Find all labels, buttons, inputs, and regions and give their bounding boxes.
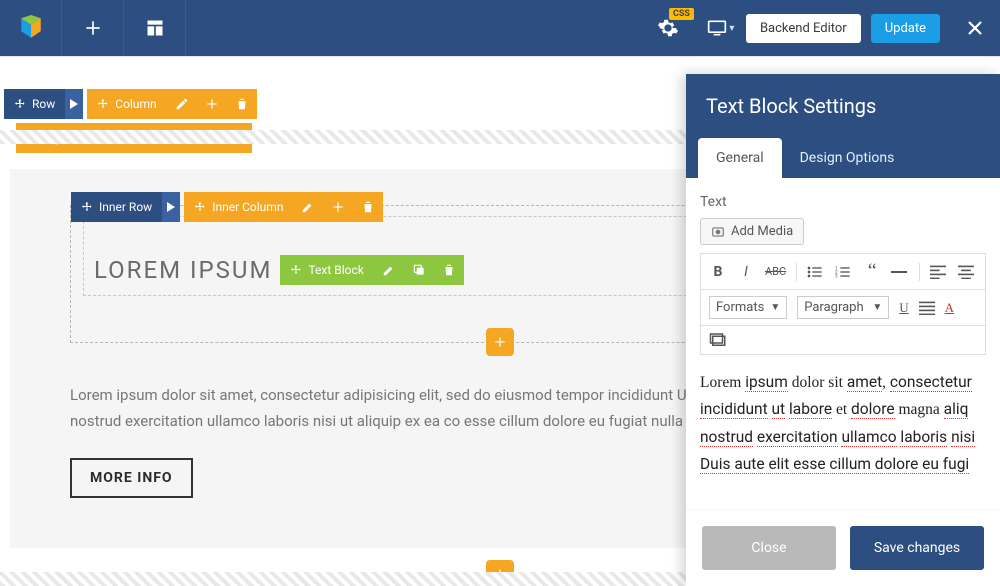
strike-icon[interactable]: ABC xyxy=(765,265,786,278)
tab-design-options[interactable]: Design Options xyxy=(782,138,913,178)
bold-icon[interactable]: B xyxy=(709,264,727,280)
edit-icon[interactable] xyxy=(374,255,404,285)
add-element-icon[interactable] xyxy=(62,0,124,56)
inner-row-label: Inner Row xyxy=(99,200,152,214)
add-element-badge[interactable] xyxy=(486,328,514,356)
align-left-icon[interactable] xyxy=(930,265,948,279)
italic-icon[interactable]: I xyxy=(737,264,755,280)
numbered-list-icon[interactable]: 123 xyxy=(835,265,853,279)
row-control[interactable]: Row xyxy=(4,89,83,119)
edit-icon[interactable] xyxy=(293,192,323,222)
settings-panel: Text Block Settings General Design Optio… xyxy=(686,74,1000,586)
panel-title: Text Block Settings xyxy=(686,74,1000,138)
wysiwyg-toolbar-row1: B I ABC 123 “ xyxy=(700,253,986,290)
heading: LOREM IPSUM xyxy=(94,256,272,284)
bulleted-list-icon[interactable] xyxy=(807,265,825,279)
gallery-icon[interactable] xyxy=(709,332,977,348)
underline-icon[interactable]: U xyxy=(899,300,908,316)
responsive-icon[interactable]: ▾ xyxy=(696,0,746,56)
move-icon xyxy=(14,98,26,110)
tab-general[interactable]: General xyxy=(698,138,782,178)
inner-row-control[interactable]: Inner Row xyxy=(71,192,180,222)
panel-footer: Close Save changes xyxy=(686,509,1000,586)
vc-logo[interactable] xyxy=(0,0,62,56)
add-icon[interactable] xyxy=(323,192,353,222)
edit-icon[interactable] xyxy=(167,89,197,119)
row-expand-icon[interactable] xyxy=(65,89,83,119)
text-field-label: Text xyxy=(700,194,986,210)
text-color-icon[interactable]: A xyxy=(945,300,954,316)
css-badge: CSS xyxy=(669,8,694,20)
wysiwyg-toolbar-row2: Formats ▼ Paragraph ▼ U A xyxy=(700,290,986,326)
delete-icon[interactable] xyxy=(434,255,464,285)
text-block-label: Text Block xyxy=(308,263,363,277)
paragraph-select[interactable]: Paragraph ▼ xyxy=(797,296,889,319)
add-media-button[interactable]: Add Media xyxy=(700,218,804,245)
formats-select[interactable]: Formats ▼ xyxy=(709,296,787,319)
column-label: Column xyxy=(115,97,156,111)
add-media-label: Add Media xyxy=(731,224,793,239)
update-button[interactable]: Update xyxy=(871,14,940,43)
more-info-button[interactable]: MORE INFO xyxy=(70,458,193,498)
inner-row-expand-icon[interactable] xyxy=(162,192,180,222)
backend-editor-button[interactable]: Backend Editor xyxy=(746,14,861,43)
close-button[interactable]: Close xyxy=(702,526,836,570)
templates-icon[interactable] xyxy=(124,0,186,56)
text-block-control[interactable]: Text Block xyxy=(280,255,463,285)
svg-text:3: 3 xyxy=(835,273,838,279)
inner-column-label: Inner Column xyxy=(212,200,283,214)
add-icon[interactable] xyxy=(197,89,227,119)
delete-icon[interactable] xyxy=(227,89,257,119)
close-editor-icon[interactable] xyxy=(950,0,1000,56)
move-icon xyxy=(194,201,206,213)
editor-content[interactable]: Lorem ipsum dolor sit amet, consectetur … xyxy=(700,369,986,478)
save-changes-button[interactable]: Save changes xyxy=(850,526,984,570)
align-center-icon[interactable] xyxy=(958,265,976,279)
move-icon xyxy=(81,201,93,213)
blockquote-icon[interactable]: “ xyxy=(863,260,881,283)
media-icon xyxy=(711,225,725,239)
inner-column-control[interactable]: Inner Column xyxy=(184,192,383,222)
clone-icon[interactable] xyxy=(404,255,434,285)
move-icon xyxy=(290,264,302,276)
column-control[interactable]: Column xyxy=(87,89,256,119)
settings-gear-icon[interactable]: CSS xyxy=(640,0,696,56)
hr-icon[interactable] xyxy=(891,269,909,275)
panel-tabs: General Design Options xyxy=(686,138,1000,178)
topbar: CSS ▾ Backend Editor Update xyxy=(0,0,1000,56)
align-justify-icon[interactable] xyxy=(919,301,935,315)
row-label: Row xyxy=(32,97,55,111)
wysiwyg-toolbar-row3 xyxy=(700,326,986,355)
delete-icon[interactable] xyxy=(353,192,383,222)
move-icon xyxy=(97,98,109,110)
